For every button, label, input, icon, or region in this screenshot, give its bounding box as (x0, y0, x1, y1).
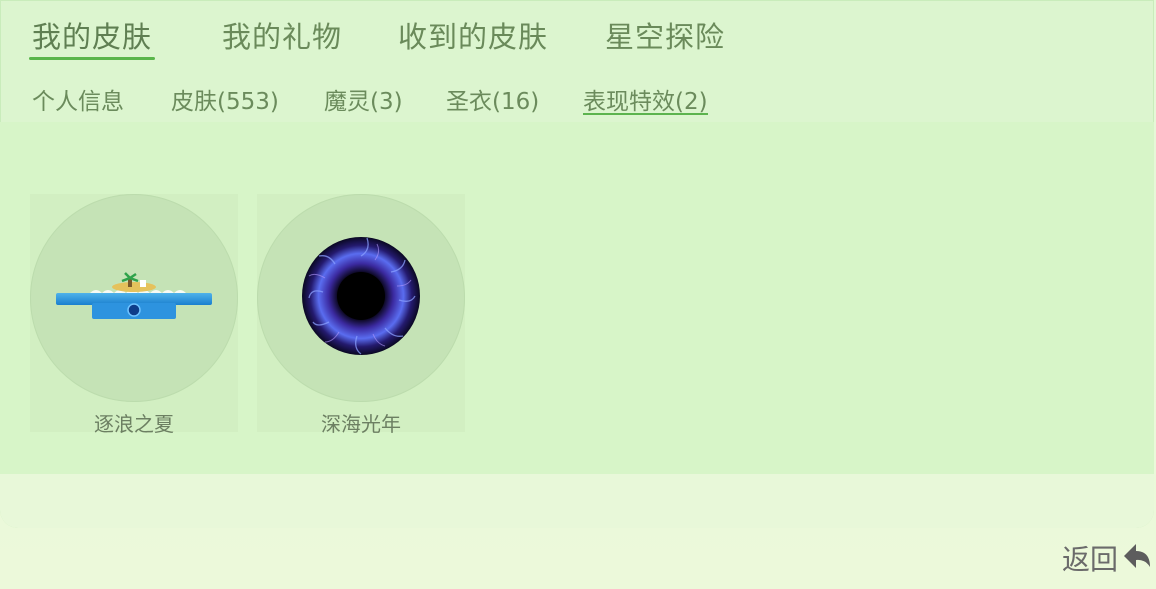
subtab-label: 个人信息 (32, 89, 124, 115)
blue-vortex-icon (302, 237, 420, 355)
tab-star-adventure[interactable]: 星空探险 (605, 14, 725, 56)
back-button[interactable]: 返回 (1062, 538, 1152, 578)
effect-icon-circle (257, 194, 465, 402)
subtab-armor[interactable]: 圣衣(16) (446, 82, 539, 116)
effect-name: 逐浪之夏 (94, 412, 174, 436)
primary-tab-bar: 我的皮肤 我的礼物 收到的皮肤 星空探险 (0, 0, 1154, 70)
active-tab-indicator (29, 57, 156, 60)
tab-label: 我的礼物 (222, 20, 343, 54)
effects-grid: 逐浪之夏 深海光年 (0, 122, 1154, 474)
subtab-effects[interactable]: 表现特效(2) (583, 82, 708, 116)
subtab-label: 圣衣(16) (446, 89, 540, 115)
tab-received-skins[interactable]: 收到的皮肤 (398, 14, 548, 56)
back-label: 返回 (1062, 543, 1119, 576)
tab-my-gifts[interactable]: 我的礼物 (222, 14, 342, 56)
effect-card-summer-wave[interactable]: 逐浪之夏 (30, 194, 238, 436)
subtab-label: 皮肤(553) (171, 89, 279, 115)
return-arrow-icon (1124, 544, 1151, 568)
tab-label: 我的皮肤 (32, 20, 153, 54)
tab-my-skins[interactable]: 我的皮肤 (29, 14, 156, 60)
subtab-label: 表现特效(2) (583, 89, 708, 115)
active-subtab-indicator (583, 113, 708, 115)
subtab-spirits[interactable]: 魔灵(3) (324, 82, 403, 116)
subtab-profile[interactable]: 个人信息 (32, 82, 124, 116)
tab-label: 收到的皮肤 (398, 20, 549, 54)
effect-icon-circle (30, 194, 238, 402)
subtab-skins[interactable]: 皮肤(553) (171, 82, 279, 116)
main-panel: 我的皮肤 我的礼物 收到的皮肤 星空探险 个人信息 皮肤(553) 魔灵(3) … (0, 0, 1154, 528)
panel-footer (0, 474, 1154, 528)
effect-card-deep-sea[interactable]: 深海光年 (257, 194, 465, 436)
wave-island-icon (56, 272, 212, 319)
effect-name: 深海光年 (321, 412, 401, 436)
tab-label: 星空探险 (605, 20, 726, 54)
secondary-tab-bar: 个人信息 皮肤(553) 魔灵(3) 圣衣(16) 表现特效(2) (0, 78, 1154, 122)
subtab-label: 魔灵(3) (324, 89, 403, 115)
